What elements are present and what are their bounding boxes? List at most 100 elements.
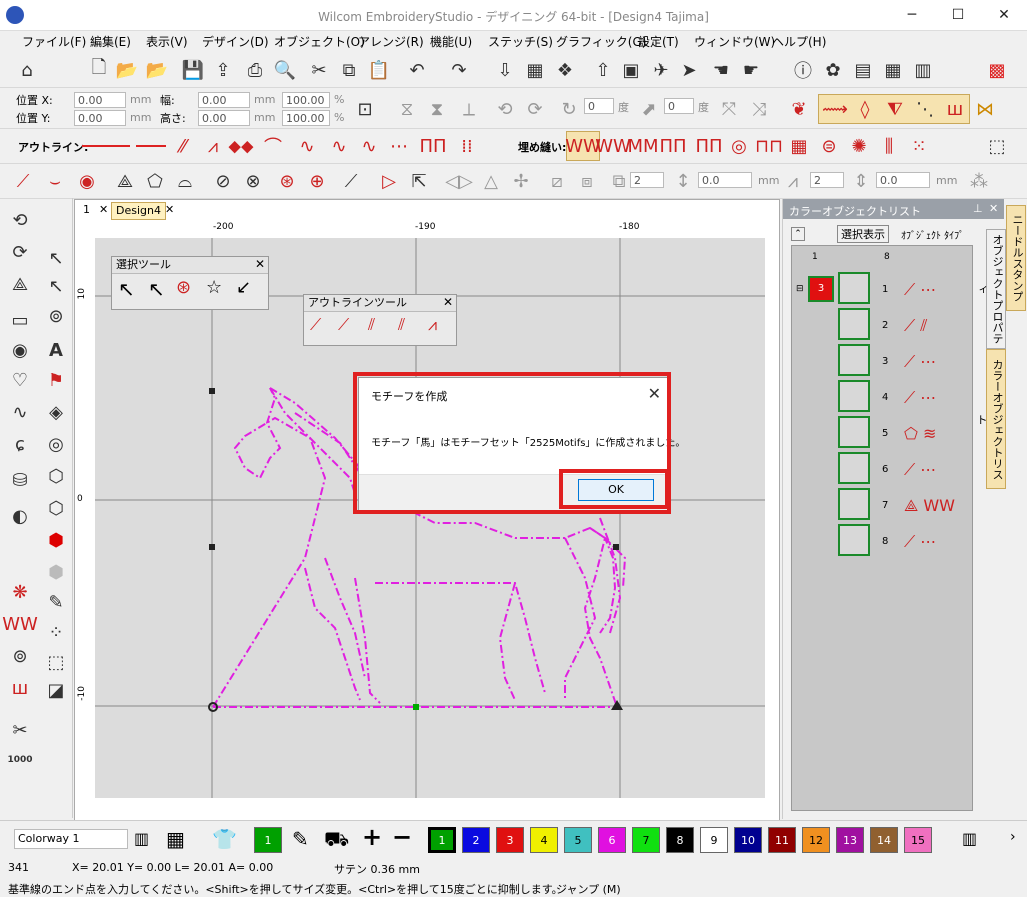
- home-icon[interactable]: ⌂: [14, 57, 40, 83]
- skew-icon[interactable]: ⬈: [636, 96, 662, 122]
- stitch-angle-icon[interactable]: ❦: [786, 96, 812, 122]
- object-thumb[interactable]: [838, 452, 870, 484]
- direction-icon[interactable]: ▷: [376, 168, 402, 194]
- tatami-icon[interactable]: ⧨: [882, 96, 908, 122]
- color-block[interactable]: 3: [808, 276, 834, 302]
- backtrack-icon[interactable]: [136, 145, 166, 147]
- spacing-field[interactable]: 0.0: [698, 172, 752, 188]
- spacing-icon[interactable]: ↕: [670, 168, 696, 194]
- menu-file[interactable]: ファイル(F): [22, 33, 86, 50]
- undo-icon[interactable]: ↶: [404, 57, 430, 83]
- tab-design4[interactable]: Design4: [111, 202, 166, 220]
- dashed-box-icon[interactable]: ⬚: [42, 648, 70, 676]
- save-icon[interactable]: 💾: [180, 57, 206, 83]
- close-button[interactable]: ✕: [981, 0, 1027, 30]
- rotate-right-icon[interactable]: ⟳: [522, 96, 548, 122]
- open-folder-icon[interactable]: 📂: [114, 57, 140, 83]
- handle[interactable]: [209, 388, 215, 394]
- stitch-icon[interactable]: ⋯: [386, 133, 412, 159]
- arc-icon[interactable]: ⌒: [260, 133, 286, 159]
- fill-star-icon[interactable]: ✺: [846, 133, 872, 159]
- hex-icon[interactable]: ⬡: [42, 462, 70, 490]
- feather-icon[interactable]: ⋱: [912, 96, 938, 122]
- red-hex-icon[interactable]: ⬢: [42, 526, 70, 554]
- input-curve-icon[interactable]: ⌣: [42, 168, 68, 194]
- handle[interactable]: [413, 704, 419, 710]
- ok-button[interactable]: OK: [578, 479, 654, 501]
- flip-v-icon[interactable]: △: [478, 168, 504, 194]
- polygon-select-icon[interactable]: ⊛: [176, 277, 191, 298]
- dots-icon[interactable]: ⁘: [42, 618, 70, 646]
- lettering-icon[interactable]: A: [42, 336, 70, 364]
- stitch-1000-icon[interactable]: 1000: [6, 746, 34, 774]
- menu-help[interactable]: ヘルプ(H): [772, 33, 826, 50]
- object-thumb[interactable]: [838, 308, 870, 340]
- layer-icon[interactable]: ⧉: [606, 168, 632, 194]
- print-preview-icon[interactable]: 🔍: [272, 57, 298, 83]
- ellipse-icon[interactable]: ◉: [6, 336, 34, 364]
- minimize-button[interactable]: ─: [889, 0, 935, 30]
- fill-cross-icon[interactable]: ΠΠ: [695, 133, 722, 159]
- print-icon[interactable]: ⎙: [242, 57, 268, 83]
- count-field[interactable]: 2: [810, 172, 844, 188]
- fill-column-icon[interactable]: ΠΠ: [659, 133, 686, 159]
- node-icon[interactable]: ⟁: [112, 168, 138, 194]
- reshape-icon[interactable]: ↖: [148, 277, 165, 301]
- rotate-angle-field[interactable]: 0: [584, 98, 614, 114]
- new-document-icon[interactable]: 🗋: [86, 57, 112, 83]
- menu-edit[interactable]: 編集(E): [90, 33, 131, 50]
- spacing2-icon[interactable]: ⇕: [848, 168, 874, 194]
- remove-color-icon[interactable]: −: [392, 823, 412, 851]
- motif-icon[interactable]: ❋: [6, 578, 34, 606]
- triangle-node-icon[interactable]: ⟁: [6, 270, 34, 298]
- end-point[interactable]: [611, 700, 623, 710]
- circle-square-icon[interactable]: ◪: [42, 676, 70, 704]
- appliqué-icon[interactable]: ⊚: [6, 642, 34, 670]
- object-thumb[interactable]: [838, 524, 870, 556]
- outline-3-icon[interactable]: ⟋: [338, 315, 349, 335]
- satin-icon[interactable]: ⟿: [822, 96, 848, 122]
- handle[interactable]: [209, 544, 215, 550]
- saw-icon[interactable]: ⩘: [780, 168, 806, 194]
- palette-icon[interactable]: ▦: [166, 827, 185, 851]
- open-recent-icon[interactable]: 📂: [144, 57, 170, 83]
- star-select-icon[interactable]: ☆: [206, 277, 222, 298]
- color-swatch[interactable]: 3: [496, 827, 524, 853]
- object-thumb[interactable]: [838, 272, 870, 304]
- reshape-icon[interactable]: ⤧: [716, 96, 742, 122]
- fill-lines-icon[interactable]: ⫼: [876, 133, 902, 159]
- comb-tool-icon[interactable]: ш: [6, 674, 34, 702]
- digitize2-icon[interactable]: ⟳: [6, 238, 34, 266]
- pos-x-field[interactable]: 0.00: [74, 92, 126, 108]
- pin-icon[interactable]: ⊥: [973, 202, 983, 215]
- select-mode-icon[interactable]: ⇱: [406, 168, 432, 194]
- motif-fill-icon[interactable]: WW: [2, 610, 38, 638]
- export-icon[interactable]: ⇪: [210, 57, 236, 83]
- menu-view[interactable]: 表示(V): [146, 33, 188, 50]
- mirror-icon[interactable]: ⧄: [544, 168, 570, 194]
- needle-stamp-tab[interactable]: ニードルスタンプ: [1006, 205, 1026, 311]
- circle-target-icon[interactable]: ◎: [42, 430, 70, 458]
- lasso-icon[interactable]: ↙: [236, 277, 251, 298]
- handle[interactable]: [613, 544, 619, 550]
- color-swatch[interactable]: 10: [734, 827, 762, 853]
- close-icon[interactable]: ✕: [443, 295, 453, 309]
- fill-tatami-icon[interactable]: WW: [595, 133, 631, 159]
- hand-icon[interactable]: ☚: [708, 57, 734, 83]
- shapes-icon[interactable]: ♡: [6, 366, 34, 394]
- color-swatch[interactable]: 2: [462, 827, 490, 853]
- object-thumb[interactable]: [838, 344, 870, 376]
- select-arrow-icon[interactable]: ↖: [42, 244, 70, 272]
- plant-icon[interactable]: ✿: [820, 57, 846, 83]
- object-thumb[interactable]: [838, 380, 870, 412]
- tab-1-close-icon[interactable]: ✕: [95, 202, 112, 218]
- monitor-icon[interactable]: ▦: [522, 57, 548, 83]
- color-swatch[interactable]: 7: [632, 827, 660, 853]
- arc-tool-icon[interactable]: ⌓: [172, 168, 198, 194]
- outline-satin-icon[interactable]: ⫽: [368, 315, 375, 335]
- fill-zigzag-icon[interactable]: WW: [565, 133, 601, 159]
- outline-double-icon[interactable]: ⫽: [398, 315, 405, 335]
- grey-hex-icon[interactable]: ⬢: [42, 558, 70, 586]
- reshape-arrow-icon[interactable]: ↖: [42, 272, 70, 300]
- zigzag-icon[interactable]: ⩘: [200, 133, 226, 159]
